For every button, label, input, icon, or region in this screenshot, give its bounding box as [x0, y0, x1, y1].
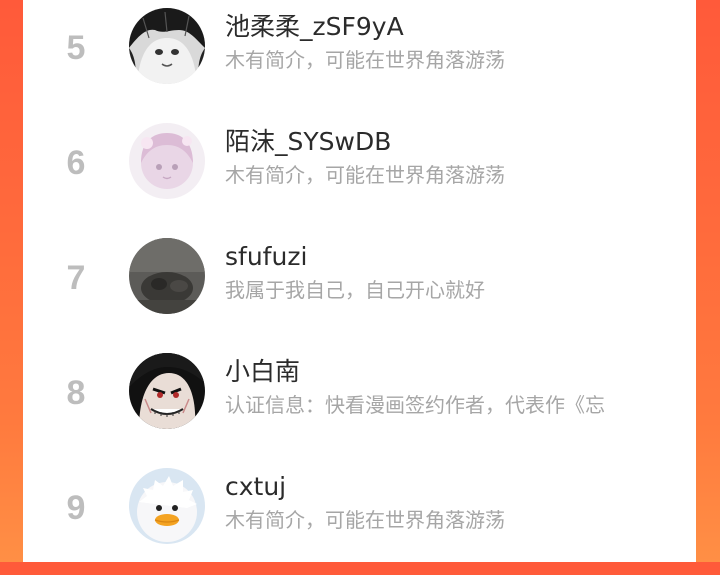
avatar[interactable] — [129, 8, 205, 84]
dark-photo-avatar-icon — [129, 238, 205, 314]
user-bio: 我属于我自己，自己开心就好 — [225, 278, 485, 302]
avatar[interactable] — [129, 353, 205, 429]
list-item[interactable]: 6 陌沫_SYSwDB 木有简介，可能在世界角落游荡 — [23, 115, 696, 230]
user-name[interactable]: 小白南 — [225, 357, 300, 387]
user-bio: 木有简介，可能在世界角落游荡 — [225, 48, 505, 72]
avatar[interactable] — [129, 238, 205, 314]
user-bio: 木有简介，可能在世界角落游荡 — [225, 508, 505, 532]
fluffy-duck-avatar-icon — [129, 468, 205, 544]
list-item[interactable]: 9 cxtuj 木有简介，可能在世界角落游荡 — [23, 460, 696, 575]
grinning-character-avatar-icon — [129, 353, 205, 429]
user-name[interactable]: 池柔柔_zSF9yA — [225, 12, 404, 42]
avatar[interactable] — [129, 468, 205, 544]
rank-number: 5 — [66, 29, 86, 67]
rank-number: 8 — [66, 374, 86, 412]
rank-number: 9 — [66, 489, 86, 527]
user-name[interactable]: cxtuj — [225, 472, 286, 502]
list-item[interactable]: 5 池柔柔_zSF9yA 木有简介，可能在世界角落游荡 — [23, 0, 696, 115]
user-name[interactable]: sfufuzi — [225, 242, 307, 272]
avatar[interactable] — [129, 123, 205, 199]
user-name[interactable]: 陌沫_SYSwDB — [225, 127, 391, 157]
rank-number: 7 — [66, 259, 86, 297]
user-bio: 认证信息：快看漫画签约作者，代表作《忘 — [225, 393, 605, 417]
rank-number: 6 — [66, 144, 86, 182]
anime-girl-grayscale-avatar-icon — [129, 8, 205, 84]
pastel-anime-avatar-icon — [129, 123, 205, 199]
list-item[interactable]: 8 小白南 认证信息：快看漫画签约作者，代表作《忘 — [23, 345, 696, 460]
user-bio: 木有简介，可能在世界角落游荡 — [225, 163, 505, 187]
list-item[interactable]: 7 sfufuzi 我属于我自己，自己开心就好 — [23, 230, 696, 345]
leaderboard-card: 5 池柔柔_zSF9yA 木有简介，可能在世界角落游荡 6 陌沫_SYSwDB … — [23, 0, 696, 562]
